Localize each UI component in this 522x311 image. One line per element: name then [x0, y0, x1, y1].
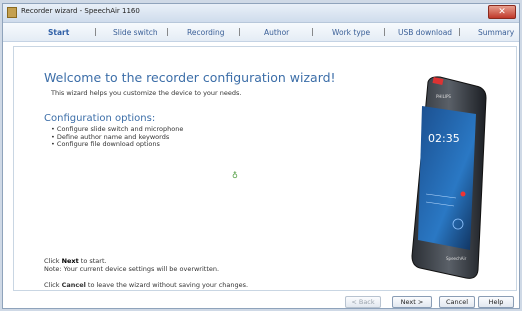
- wizard-steps: Start | Slide switch | Recording | Autho…: [3, 23, 519, 42]
- step-separator: |: [94, 27, 97, 36]
- welcome-subtitle: This wizard helps you customize the devi…: [51, 89, 242, 97]
- device-image: 02:35 PHILIPS SpeechAir: [406, 74, 496, 284]
- cancel-instruction: Click Cancel to leave the wizard without…: [44, 281, 249, 289]
- title-bar: Recorder wizard - SpeechAir 1160 ✕: [3, 4, 519, 23]
- button-bar: < Back Next > Cancel Help: [3, 295, 519, 310]
- step-separator: |: [458, 27, 461, 36]
- step-separator: |: [166, 27, 169, 36]
- config-options-heading: Configuration options:: [44, 113, 156, 124]
- close-button[interactable]: ✕: [488, 5, 516, 19]
- step-work-type[interactable]: Work type: [332, 28, 370, 37]
- help-button[interactable]: Help: [478, 296, 514, 308]
- step-author[interactable]: Author: [264, 28, 289, 37]
- start-instruction: Click Next to start.: [44, 257, 107, 265]
- app-icon: [7, 7, 17, 18]
- config-options-list: Configure slide switch and microphone De…: [51, 125, 183, 149]
- step-summary[interactable]: Summary: [478, 28, 514, 37]
- step-usb-download[interactable]: USB download: [398, 28, 452, 37]
- busy-cursor-icon: ♁: [232, 171, 238, 180]
- back-button[interactable]: < Back: [345, 296, 381, 308]
- device-clock: 02:35: [428, 132, 460, 145]
- window-title: Recorder wizard - SpeechAir 1160: [21, 7, 140, 15]
- device-model: SpeechAir: [446, 256, 467, 261]
- wizard-window: Recorder wizard - SpeechAir 1160 ✕ Start…: [2, 3, 520, 309]
- next-button[interactable]: Next >: [392, 296, 432, 308]
- step-recording[interactable]: Recording: [187, 28, 225, 37]
- welcome-heading: Welcome to the recorder configuration wi…: [44, 70, 336, 85]
- step-start[interactable]: Start: [48, 28, 69, 37]
- step-separator: |: [383, 27, 386, 36]
- step-slide-switch[interactable]: Slide switch: [113, 28, 158, 37]
- list-item: Configure file download options: [51, 140, 183, 149]
- overwrite-warning: Note: Your current device settings will …: [44, 265, 220, 273]
- cancel-button[interactable]: Cancel: [439, 296, 475, 308]
- step-separator: |: [311, 27, 314, 36]
- content-panel: Welcome to the recorder configuration wi…: [13, 46, 517, 291]
- device-brand: PHILIPS: [436, 94, 451, 99]
- speechair-device-icon: 02:35 PHILIPS SpeechAir: [411, 76, 487, 279]
- step-separator: |: [238, 27, 241, 36]
